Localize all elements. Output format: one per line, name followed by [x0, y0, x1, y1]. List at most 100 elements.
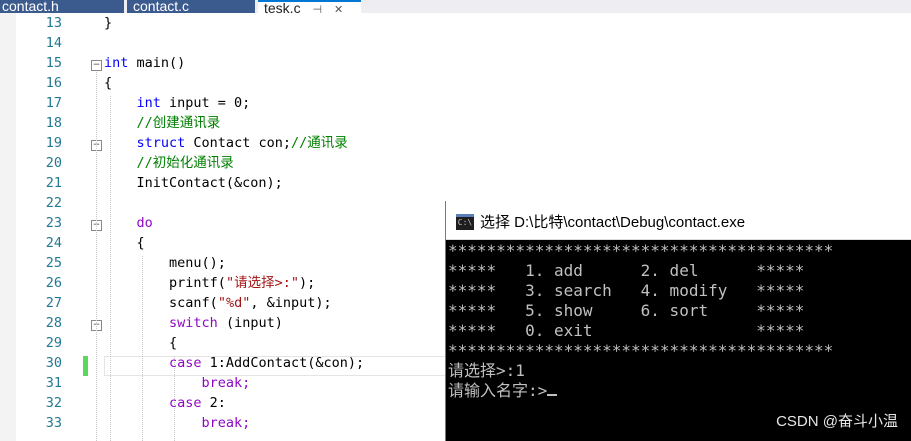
code-text: {	[169, 335, 178, 351]
line-number: 32	[45, 395, 62, 411]
close-icon[interactable]: ✕	[334, 4, 343, 13]
fold-minus-icon[interactable]: −	[91, 60, 102, 71]
console-title-bar[interactable]: C:\ 选择 D:\比特\contact\Debug\contact.exe	[446, 201, 911, 240]
keyword: break;	[201, 375, 251, 391]
code-text: menu();	[169, 255, 226, 271]
code-text: }	[104, 15, 113, 31]
line-number: 13	[45, 15, 62, 31]
line-number: 23	[45, 215, 62, 231]
console-line: ***** 1. add 2. del *****	[448, 261, 805, 280]
line-number: 15	[45, 55, 62, 71]
code-text: , &input);	[250, 295, 332, 311]
code-line: case 1:AddContact(&con);	[104, 353, 364, 373]
line-numbers: 13 14 15 16 17 18 19 20 21 22 23 24 25 2…	[22, 13, 62, 433]
code-text: scanf(	[169, 295, 218, 311]
console-line: ****************************************	[448, 241, 834, 260]
tab-label: contact.c	[133, 0, 190, 13]
line-number: 31	[45, 375, 62, 391]
line-number: 18	[45, 115, 62, 131]
line-number: 26	[45, 275, 62, 291]
code-line: int main()	[104, 53, 364, 73]
tab-contact-h[interactable]: contact.h	[0, 0, 124, 13]
line-number: 33	[45, 415, 62, 431]
keyword: case	[169, 355, 202, 371]
code-text: 1:AddContact(&con);	[201, 355, 365, 371]
code-line: }	[104, 13, 364, 33]
keyword: switch	[169, 315, 218, 331]
code-line: {	[104, 333, 364, 353]
code-line: struct Contact con;//通讯录	[104, 133, 364, 153]
code-line: break;	[104, 373, 364, 393]
code-line: {	[104, 73, 364, 93]
line-number: 17	[45, 95, 62, 111]
tab-contact-c[interactable]: contact.c	[127, 0, 255, 13]
comment: //通讯录	[290, 135, 348, 151]
code-line: //初始化通讯录	[104, 153, 364, 173]
console-line: ***** 3. search 4. modify *****	[448, 281, 805, 300]
line-number: 21	[45, 175, 62, 191]
code-line: printf("请选择>:");	[104, 273, 364, 293]
code-line: break;	[104, 413, 364, 433]
keyword: case	[169, 395, 202, 411]
console-prompt: 请输入名字:>	[448, 381, 548, 400]
console-line: ****************************************	[448, 341, 834, 360]
code-text: printf(	[169, 275, 226, 291]
indent-guide	[96, 72, 97, 441]
code-line: InitContact(&con);	[104, 173, 364, 193]
tab-label: contact.h	[2, 0, 59, 13]
code-line: {	[104, 233, 364, 253]
code-line: switch (input)	[104, 313, 364, 333]
text-cursor	[547, 394, 558, 396]
editor-tab-bar: contact.h contact.c tesk.c ⊣ ✕	[0, 0, 911, 13]
keyword: do	[136, 215, 153, 231]
line-number: 29	[45, 335, 62, 351]
console-line: 请选择>:1	[448, 361, 525, 380]
pin-icon[interactable]: ⊣	[312, 4, 322, 13]
comment: //初始化通讯录	[136, 155, 234, 171]
editor-margin	[0, 13, 16, 441]
keyword: int	[104, 55, 129, 71]
change-indicator	[83, 356, 88, 376]
line-number: 20	[45, 155, 62, 171]
line-number: 22	[45, 195, 62, 211]
code-text: (input)	[217, 315, 283, 331]
console-line: ***** 0. exit *****	[448, 321, 805, 340]
code-text: Contact con;	[185, 135, 291, 151]
code-text: {	[136, 235, 145, 251]
console-title: 选择 D:\比特\contact\Debug\contact.exe	[480, 214, 746, 231]
code-text: 2:	[201, 395, 226, 411]
line-number: 16	[45, 75, 62, 91]
code-line: scanf("%d", &input);	[104, 293, 364, 313]
console-window[interactable]: C:\ 选择 D:\比特\contact\Debug\contact.exe *…	[445, 201, 911, 441]
code-line: case 2:	[104, 393, 364, 413]
console-icon: C:\	[456, 214, 474, 230]
console-input-line[interactable]: 请输入名字:>	[448, 381, 833, 401]
code-text: );	[298, 275, 316, 291]
keyword: int	[136, 95, 161, 111]
code-text: InitContact(&con);	[136, 175, 283, 191]
code-editor[interactable]: } int main() { int input = 0; //创建通讯录 st…	[104, 13, 364, 433]
code-line: int input = 0;	[104, 93, 364, 113]
tab-tesk-c[interactable]: tesk.c ⊣ ✕	[258, 0, 361, 13]
console-line: ***** 5. show 6. sort *****	[448, 301, 805, 320]
code-text: {	[104, 75, 113, 91]
line-number: 19	[45, 135, 62, 151]
comment: //创建通讯录	[136, 115, 221, 131]
keyword: struct	[136, 135, 186, 151]
line-number: 14	[45, 35, 62, 51]
line-number: 24	[45, 235, 62, 251]
string-literal: "%d"	[217, 295, 251, 311]
code-line: do	[104, 213, 364, 233]
code-line: //创建通讯录	[104, 113, 364, 133]
code-line: menu();	[104, 253, 364, 273]
watermark: CSDN @奋斗小温	[776, 413, 898, 430]
console-output[interactable]: ****************************************…	[448, 241, 833, 401]
string-literal: "请选择>:"	[225, 275, 299, 291]
line-number: 27	[45, 295, 62, 311]
line-number: 25	[45, 255, 62, 271]
line-number: 30	[45, 355, 62, 371]
keyword: break;	[201, 415, 251, 431]
line-number: 28	[45, 315, 62, 331]
